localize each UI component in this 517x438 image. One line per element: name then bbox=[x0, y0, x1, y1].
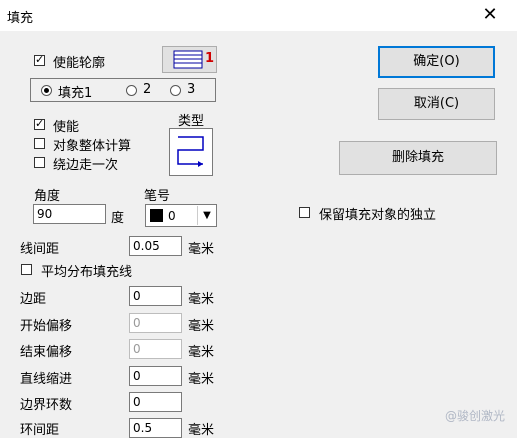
cancel-button-label: 取消(C) bbox=[413, 96, 460, 111]
enable-outline-label: 使能轮廓 bbox=[53, 56, 106, 71]
fill-set-label-1: 填充1 bbox=[58, 86, 93, 101]
chevron-down-icon[interactable]: ▼ bbox=[197, 206, 216, 225]
fill-set-label-2: 2 bbox=[143, 82, 152, 97]
line-shrink-unit: 毫米 bbox=[188, 372, 215, 387]
end-offset-label: 结束偏移 bbox=[20, 345, 73, 360]
angle-input[interactable]: 90 bbox=[33, 204, 106, 224]
outline-pen-number: 1 bbox=[205, 51, 215, 66]
pen-color-swatch bbox=[150, 209, 163, 222]
fill-set-label-3: 3 bbox=[187, 82, 196, 97]
edge-once-checkbox[interactable] bbox=[34, 157, 45, 168]
loop-spacing-label: 环间距 bbox=[20, 423, 60, 438]
delete-fill-button-label: 删除填充 bbox=[391, 150, 444, 165]
angle-label: 角度 bbox=[34, 189, 61, 204]
average-distribute-checkbox[interactable] bbox=[21, 264, 32, 275]
start-offset-label: 开始偏移 bbox=[20, 319, 73, 334]
margin-unit: 毫米 bbox=[188, 292, 215, 307]
loop-spacing-input[interactable]: 0.5 bbox=[129, 418, 182, 438]
end-offset-unit: 毫米 bbox=[188, 345, 215, 360]
watermark: @骏创激光 bbox=[445, 409, 506, 423]
keep-independent-checkbox[interactable] bbox=[299, 207, 310, 218]
type-label: 类型 bbox=[178, 114, 205, 129]
whole-calc-checkbox[interactable] bbox=[34, 138, 45, 149]
line-spacing-label: 线间距 bbox=[20, 242, 60, 257]
border-loops-label: 边界环数 bbox=[20, 398, 73, 413]
fill-set-radio-1[interactable] bbox=[41, 85, 52, 96]
keep-independent-label: 保留填充对象的独立 bbox=[319, 208, 437, 223]
start-offset-input[interactable]: 0 bbox=[129, 313, 182, 333]
cancel-button[interactable]: 取消(C) bbox=[378, 88, 495, 120]
line-spacing-input[interactable]: 0.05 bbox=[129, 236, 182, 256]
outline-pen-button[interactable]: 1 bbox=[162, 46, 217, 73]
edge-once-label: 绕边走一次 bbox=[53, 158, 119, 173]
pen-select[interactable]: 0 ▼ bbox=[145, 204, 217, 227]
angle-unit: 度 bbox=[111, 211, 125, 226]
enable-outline-checkbox[interactable] bbox=[34, 53, 45, 66]
window-title: 填充 bbox=[7, 11, 34, 26]
ok-button[interactable]: 确定(O) bbox=[378, 46, 495, 78]
fill-set-radio-3[interactable] bbox=[170, 85, 181, 96]
bidirectional-fill-icon bbox=[177, 136, 204, 167]
margin-input[interactable]: 0 bbox=[129, 286, 182, 306]
line-shrink-input[interactable]: 0 bbox=[129, 366, 182, 386]
border-loops-input[interactable]: 0 bbox=[129, 392, 182, 412]
ok-button-label: 确定(O) bbox=[413, 54, 460, 69]
enable-fill-checkbox[interactable] bbox=[34, 117, 45, 130]
end-offset-input[interactable]: 0 bbox=[129, 339, 182, 359]
line-shrink-label: 直线缩进 bbox=[20, 372, 73, 387]
loop-spacing-unit: 毫米 bbox=[188, 423, 215, 438]
pen-select-value: 0 bbox=[168, 209, 176, 223]
fill-type-button[interactable] bbox=[169, 128, 213, 176]
line-spacing-unit: 毫米 bbox=[188, 242, 215, 257]
margin-label: 边距 bbox=[20, 292, 47, 307]
delete-fill-button[interactable]: 删除填充 bbox=[339, 141, 497, 175]
average-distribute-label: 平均分布填充线 bbox=[41, 265, 133, 280]
start-offset-unit: 毫米 bbox=[188, 319, 215, 334]
enable-fill-label: 使能 bbox=[53, 120, 80, 135]
fill-set-radio-2[interactable] bbox=[126, 85, 137, 96]
pen-label: 笔号 bbox=[144, 189, 171, 204]
close-icon[interactable]: ✕ bbox=[478, 3, 502, 27]
whole-calc-label: 对象整体计算 bbox=[53, 139, 132, 154]
title-bar bbox=[0, 0, 517, 31]
